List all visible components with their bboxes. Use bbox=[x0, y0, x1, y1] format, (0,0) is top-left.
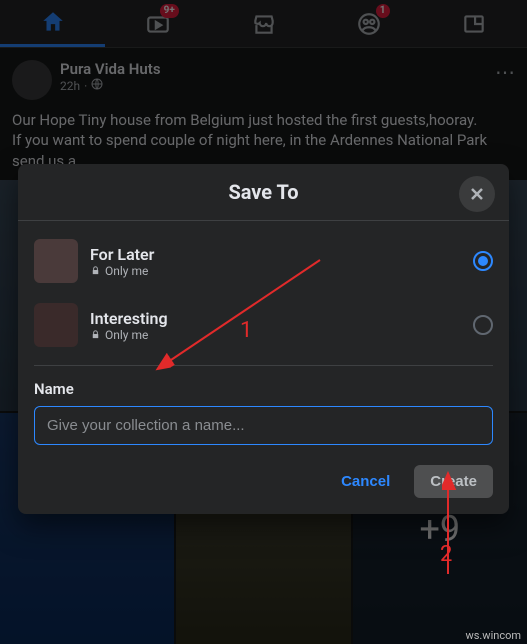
name-label: Name bbox=[34, 380, 493, 398]
collection-thumb bbox=[34, 239, 78, 283]
collection-thumb bbox=[34, 303, 78, 347]
save-to-modal: Save To For Later Only me Interesting bbox=[18, 164, 509, 514]
modal-header: Save To bbox=[18, 164, 509, 221]
collection-name: Interesting bbox=[90, 309, 168, 328]
collection-name: For Later bbox=[90, 245, 154, 264]
cancel-button[interactable]: Cancel bbox=[325, 465, 406, 498]
radio-selected[interactable] bbox=[473, 251, 493, 271]
collection-privacy: Only me bbox=[90, 328, 168, 342]
new-collection-section: Name bbox=[18, 370, 509, 445]
modal-title: Save To bbox=[228, 180, 298, 204]
modal-actions: Cancel Create bbox=[18, 445, 509, 514]
create-button[interactable]: Create bbox=[414, 465, 493, 498]
privacy-text: Only me bbox=[105, 264, 148, 278]
privacy-text: Only me bbox=[105, 328, 148, 342]
close-button[interactable] bbox=[459, 176, 495, 212]
collection-item-for-later[interactable]: For Later Only me bbox=[34, 229, 493, 293]
watermark: ws.wincom bbox=[465, 629, 521, 642]
close-icon bbox=[467, 184, 487, 204]
separator bbox=[34, 365, 493, 366]
collection-item-interesting[interactable]: Interesting Only me bbox=[34, 293, 493, 357]
collections-list: For Later Only me Interesting Only me bbox=[18, 221, 509, 361]
lock-icon bbox=[90, 329, 101, 340]
collection-name-input[interactable] bbox=[34, 406, 493, 445]
collection-privacy: Only me bbox=[90, 264, 154, 278]
radio-unselected[interactable] bbox=[473, 315, 493, 335]
lock-icon bbox=[90, 265, 101, 276]
